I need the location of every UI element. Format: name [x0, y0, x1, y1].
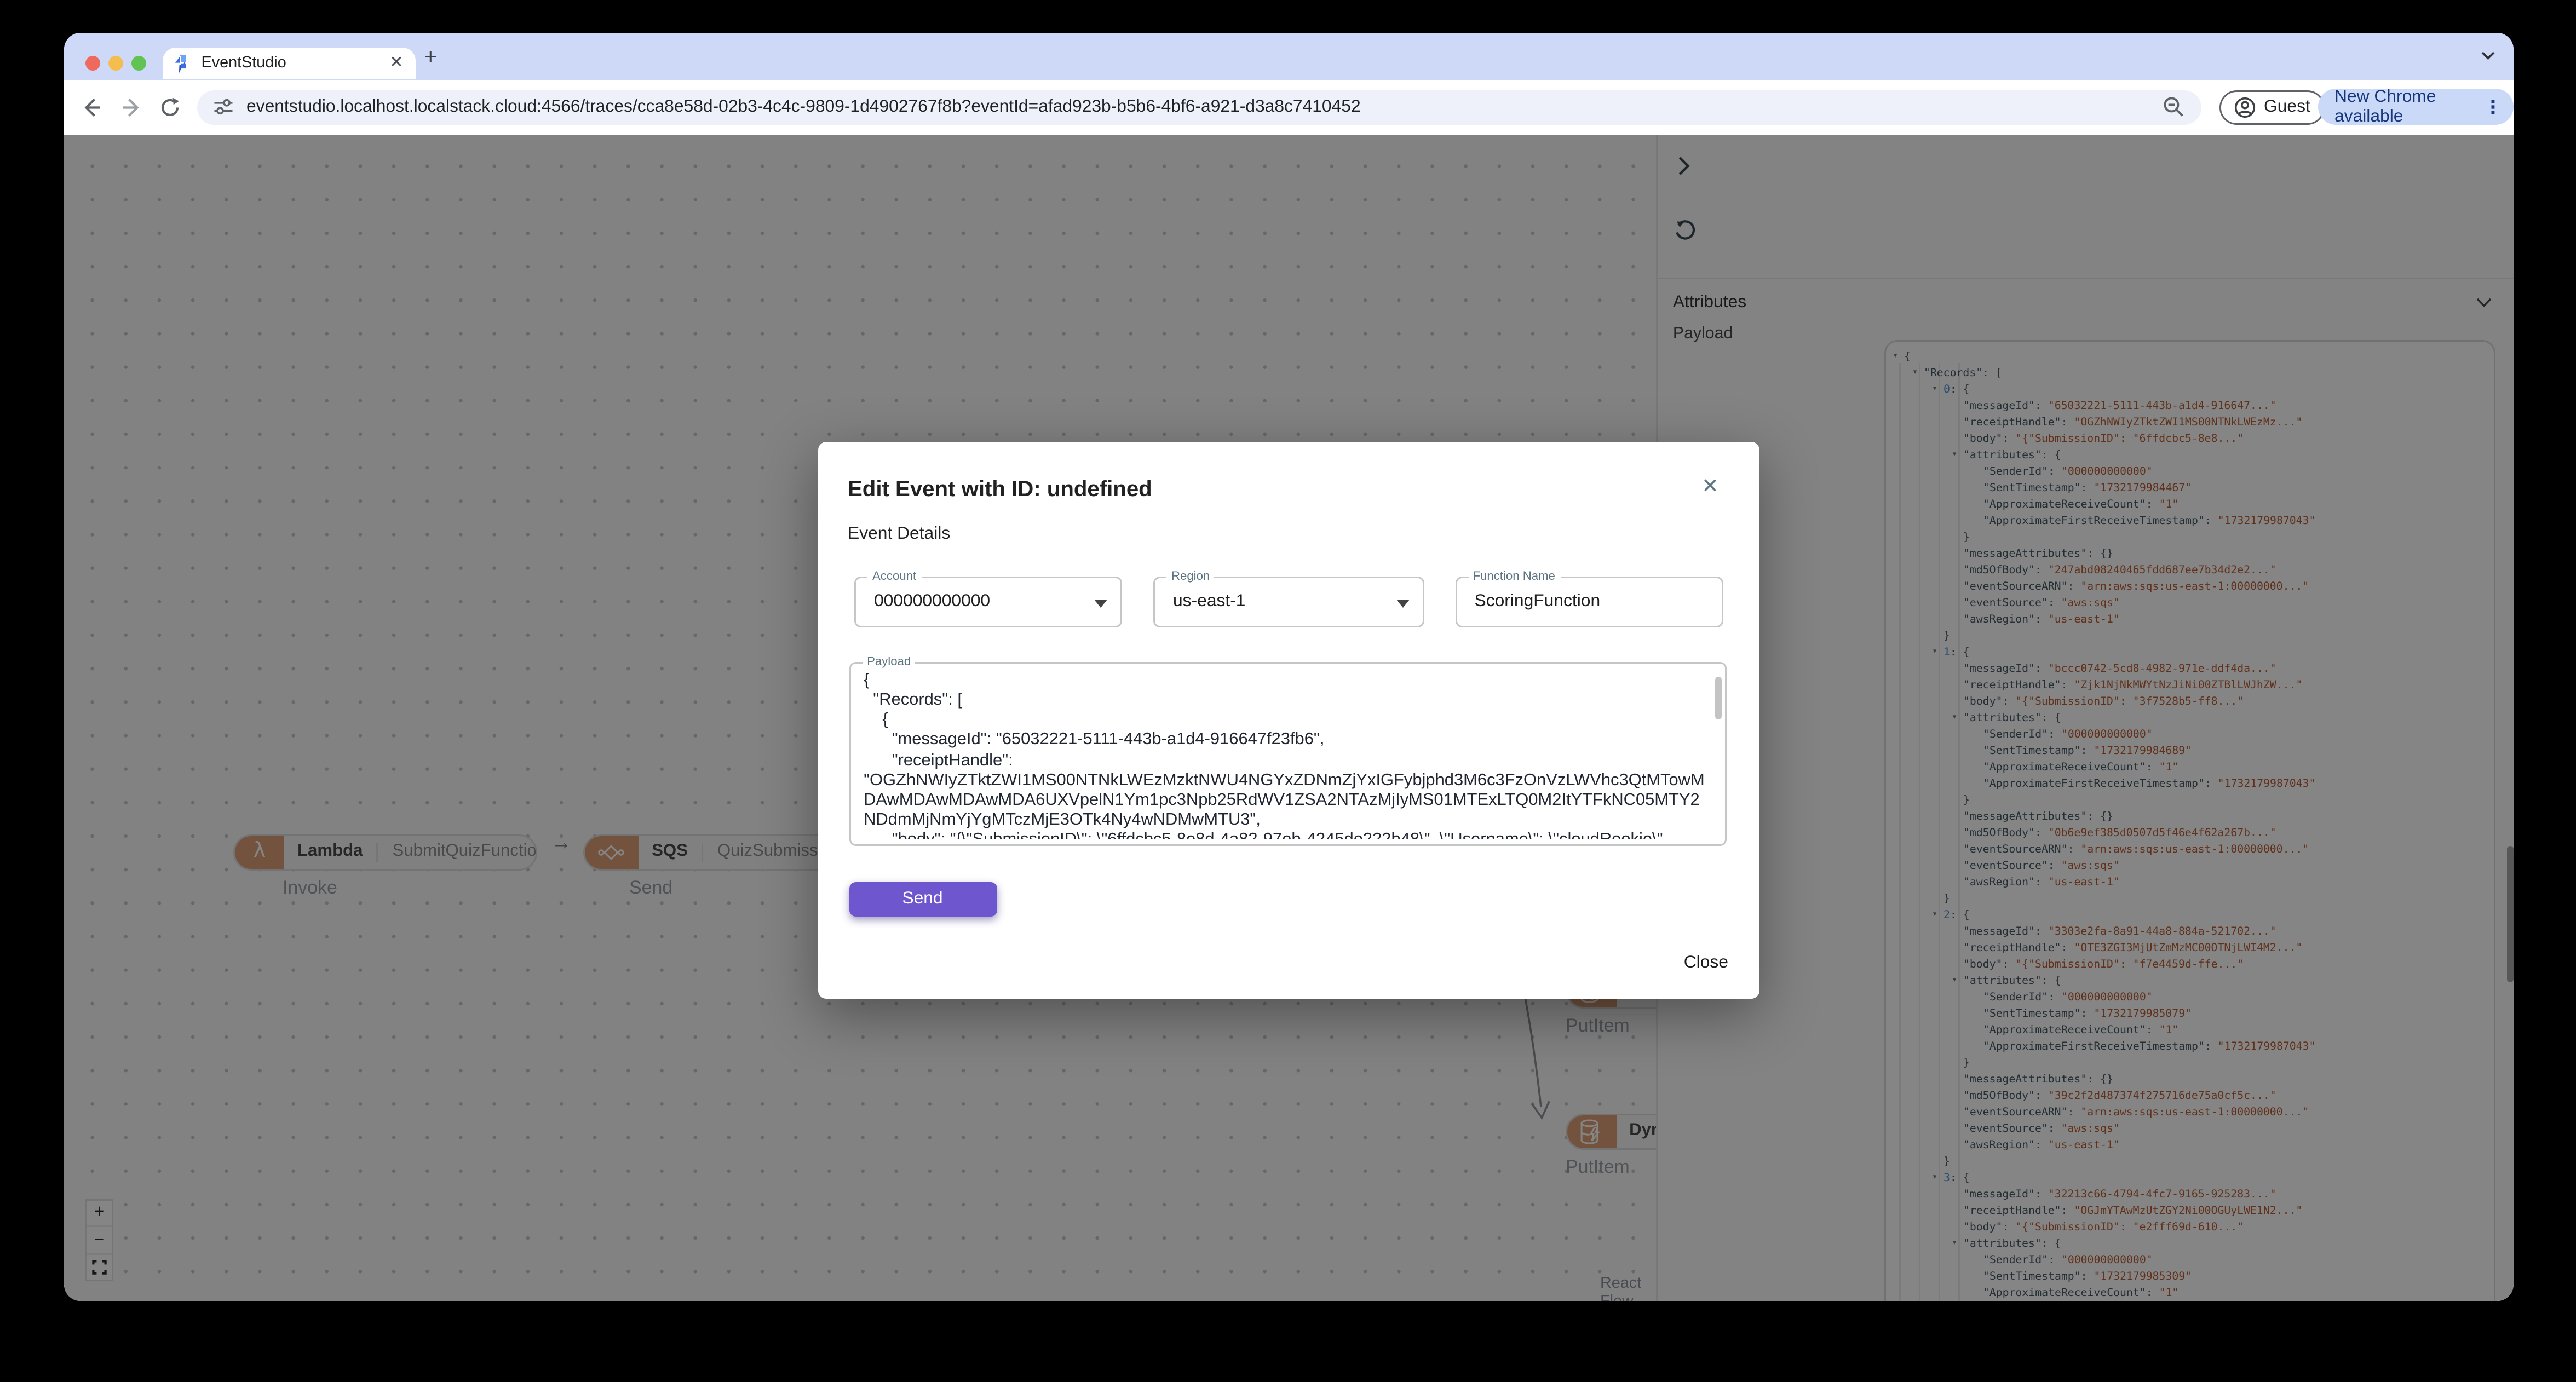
account-dropdown-icon[interactable]: [1094, 598, 1107, 607]
account-value: 000000000000: [874, 591, 991, 612]
account-select[interactable]: Account 000000000000: [854, 568, 1122, 628]
function-name-field[interactable]: Function Name ScoringFunction: [1454, 568, 1723, 628]
region-dropdown-icon[interactable]: [1396, 598, 1410, 607]
tab-strip: EventStudio ✕ +: [64, 33, 2514, 80]
window-controls: [85, 56, 146, 72]
chrome-update-button[interactable]: New Chrome available ⋮: [2318, 87, 2514, 126]
payload-editor[interactable]: Payload { "Records": [ { "messageId": "6…: [849, 654, 1727, 847]
eventstudio-favicon-icon: [174, 54, 192, 74]
modal-title: Edit Event with ID: undefined: [848, 476, 1152, 501]
new-tab-button[interactable]: +: [424, 33, 438, 80]
modal-close-icon[interactable]: ✕: [1699, 475, 1722, 498]
guest-label: Guest: [2264, 97, 2310, 117]
tab-eventstudio[interactable]: EventStudio ✕: [162, 48, 415, 80]
address-bar[interactable]: eventstudio.localhost.localstack.cloud:4…: [197, 90, 2201, 125]
event-details-label: Event Details: [848, 524, 951, 544]
close-window-button[interactable]: [85, 56, 101, 72]
maximize-window-button[interactable]: [130, 56, 146, 72]
back-icon[interactable]: [77, 95, 104, 121]
url-text[interactable]: eventstudio.localhost.localstack.cloud:4…: [246, 97, 2162, 117]
payload-scrollbar[interactable]: [1715, 676, 1722, 719]
zoom-indicator-icon[interactable]: [2162, 96, 2185, 119]
payload-label: Payload: [862, 654, 916, 671]
browser-menu-icon[interactable]: ⋮: [2484, 96, 2502, 118]
update-label: New Chrome available: [2334, 87, 2436, 126]
profile-guest-button[interactable]: Guest: [2220, 89, 2325, 124]
send-button[interactable]: Send: [848, 882, 997, 916]
screenshot-stage: EventStudio ✕ + eventstudio.localhost.lo…: [0, 0, 2576, 1382]
close-button[interactable]: Close: [1684, 953, 1728, 972]
browser-window: EventStudio ✕ + eventstudio.localhost.lo…: [64, 33, 2514, 1301]
forward-icon[interactable]: [118, 95, 145, 121]
tab-close-icon[interactable]: ✕: [389, 55, 403, 72]
tab-title: EventStudio: [201, 55, 286, 73]
page-content: λ Lambda SubmitQuizFunction Invoke → SQS…: [64, 135, 2514, 1301]
site-settings-icon[interactable]: [214, 97, 233, 117]
reload-icon[interactable]: [156, 95, 182, 121]
region-select[interactable]: Region us-east-1: [1153, 568, 1424, 628]
guest-avatar-icon: [2234, 96, 2256, 118]
tab-search-chevron-icon[interactable]: [2481, 51, 2496, 61]
payload-textarea[interactable]: { "Records": [ { "messageId": "65032221-…: [864, 671, 1706, 840]
edit-event-modal: Edit Event with ID: undefined ✕ Event De…: [818, 442, 1760, 999]
minimize-window-button[interactable]: [108, 56, 124, 72]
function-name-value: ScoringFunction: [1474, 591, 1601, 612]
region-value: us-east-1: [1173, 591, 1246, 612]
browser-toolbar: eventstudio.localhost.localstack.cloud:4…: [64, 79, 2514, 135]
